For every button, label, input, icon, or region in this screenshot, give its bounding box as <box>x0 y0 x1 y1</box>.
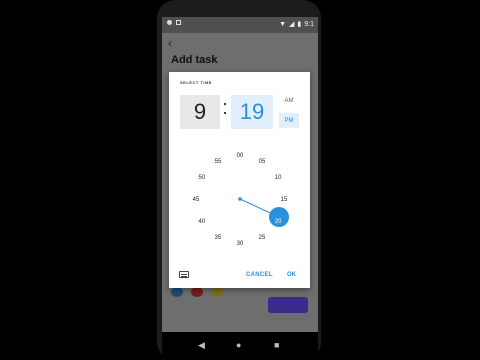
status-time: 9:1 <box>304 20 314 28</box>
battery-icon: ▮ <box>297 21 302 28</box>
time-picker-dialog: SELECT TIME 9 : 19 AM PM 00 05 10 15 20 25 30 3… <box>169 72 310 288</box>
clock-label[interactable]: 40 <box>199 219 206 225</box>
clock-label[interactable]: 35 <box>215 235 222 241</box>
arrow-back-icon[interactable]: ‹ <box>168 36 172 50</box>
clock-face[interactable]: 00 05 10 15 20 25 30 35 40 45 50 55 <box>169 72 310 288</box>
back-nav-icon[interactable]: ◀ <box>198 340 205 351</box>
recents-nav-icon[interactable]: ■ <box>274 340 279 350</box>
signal-icon: ◢ <box>289 21 295 28</box>
navigation-bar: ◀ ● ■ <box>162 332 318 360</box>
cancel-button[interactable]: CANCEL <box>246 272 273 278</box>
clock-label[interactable]: 00 <box>237 153 244 159</box>
color-swatch[interactable] <box>191 287 203 297</box>
save-button[interactable] <box>268 297 308 313</box>
clock-label[interactable]: 10 <box>275 175 282 181</box>
keyboard-icon[interactable] <box>179 271 189 278</box>
clock-label[interactable]: 20 <box>275 219 282 225</box>
ok-button[interactable]: OK <box>287 272 296 278</box>
page-title: Add task <box>171 54 218 66</box>
clock-label[interactable]: 55 <box>215 159 222 165</box>
clock-label[interactable]: 45 <box>193 197 200 203</box>
clock-label[interactable]: 25 <box>259 235 266 241</box>
clock-label[interactable]: 50 <box>199 175 206 181</box>
status-bar: ▼ ◢ ▮ 9:1 <box>162 17 318 33</box>
wifi-icon: ▼ <box>279 20 287 28</box>
settings-icon <box>167 20 172 25</box>
clock-center <box>238 197 242 201</box>
clock-label[interactable]: 15 <box>281 197 288 203</box>
color-swatch[interactable] <box>171 287 183 297</box>
clock-label[interactable]: 30 <box>237 241 244 247</box>
color-swatch[interactable] <box>211 287 223 297</box>
clock-label[interactable]: 05 <box>259 159 266 165</box>
home-nav-icon[interactable]: ● <box>236 340 241 350</box>
sd-card-icon <box>176 20 181 25</box>
